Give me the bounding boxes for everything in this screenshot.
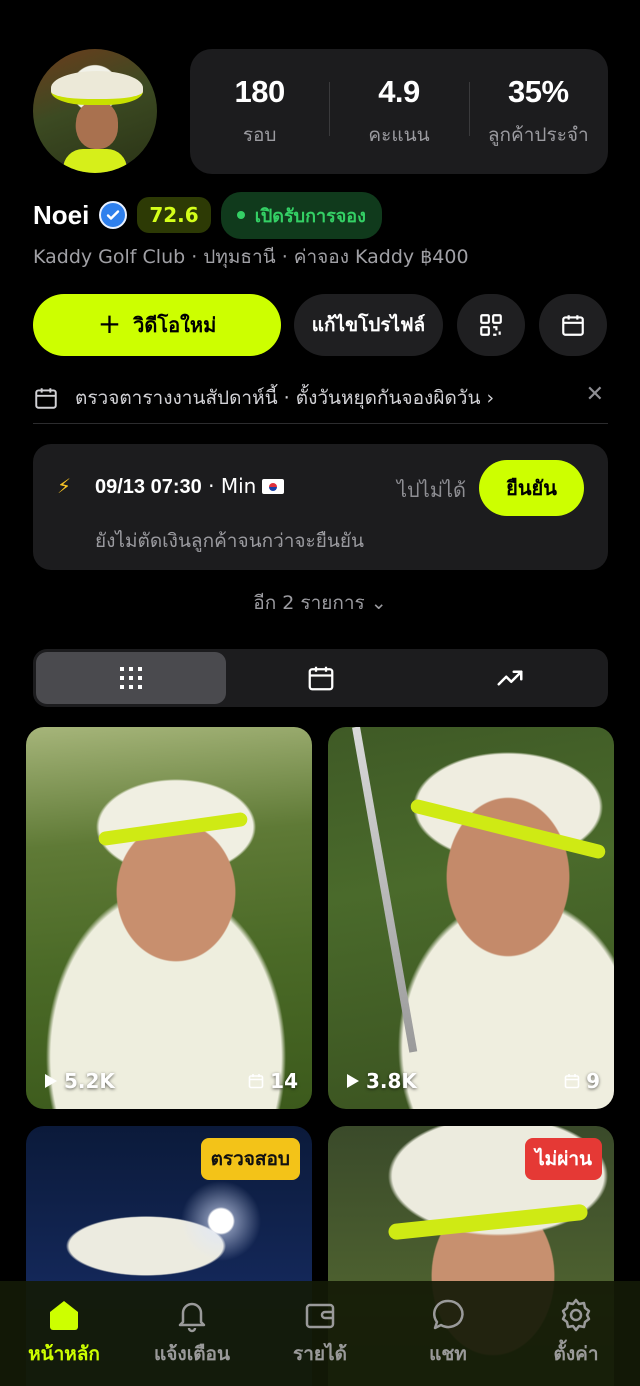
booking-note: ยังไม่ตัดเงินลูกค้าจนกว่าจะยืนยัน <box>95 530 364 552</box>
stat-label: ลูกค้าประจำ <box>487 123 589 146</box>
stats-card: 180 รอบ 4.9 คะแนน 35% ลูกค้าประจำ <box>190 49 608 174</box>
video-views: 3.8K <box>344 1069 417 1093</box>
nav-label: แชท <box>429 1343 467 1365</box>
rejected-status-badge: ไม่ผ่าน <box>525 1138 602 1180</box>
profile-subtitle: Kaddy Golf Club · ปทุมธานี · ค่าจอง Kadd… <box>33 246 469 268</box>
grid-icon <box>119 667 142 689</box>
video-bookings: 9 <box>564 1069 600 1093</box>
stat-rounds: 180 รอบ <box>190 74 329 150</box>
wallet-icon <box>305 1303 335 1329</box>
notice-text: ตรวจตารางงานสัปดาห์นี้ · ตั้งวันหยุดกันจ… <box>75 386 495 409</box>
bottom-navigation: หน้าหลัก แจ้งเตือน รายได้ แชท ตั้งค่า <box>0 1281 640 1386</box>
profile-avatar[interactable] <box>33 49 157 173</box>
stat-value: 4.9 <box>378 73 420 109</box>
calendar-icon <box>248 1074 264 1089</box>
new-video-button[interactable]: + วิดีโอใหม่ <box>33 294 281 356</box>
plus-icon: + <box>97 307 122 340</box>
tab-calendar[interactable] <box>226 652 416 704</box>
korea-flag-icon <box>262 479 285 494</box>
booking-request-card: ⚡ 09/13 07:30 · Min ไปไม่ได้ ยืนยัน ยังไ… <box>33 444 608 570</box>
confirm-button[interactable]: ยืนยัน <box>479 460 584 516</box>
tab-grid[interactable] <box>36 652 226 704</box>
booking-status-label: เปิดรับการจอง <box>254 205 366 227</box>
nav-label: แจ้งเตือน <box>154 1343 230 1365</box>
stat-label: รอบ <box>242 123 277 146</box>
calendar-icon <box>308 666 333 691</box>
booking-status-badge[interactable]: เปิดรับการจอง <box>220 191 382 239</box>
qr-code-icon <box>480 314 502 336</box>
trending-up-icon <box>497 670 523 686</box>
tab-stats[interactable] <box>415 652 605 704</box>
decline-button[interactable]: ไปไม่ได้ <box>397 474 466 506</box>
schedule-notice[interactable]: ตรวจตารางงานสัปดาห์นี้ · ตั้งวันหยุดกันจ… <box>33 372 608 424</box>
nav-notifications[interactable]: แจ้งเตือน <box>128 1281 256 1386</box>
calendar-icon <box>35 387 57 409</box>
video-card[interactable]: 3.8K 9 <box>328 727 614 1109</box>
home-icon <box>50 1301 78 1330</box>
bell-icon <box>178 1302 206 1333</box>
bookings-count: 14 <box>270 1069 298 1093</box>
chat-icon <box>432 1299 464 1330</box>
video-views: 5.2K <box>42 1069 115 1093</box>
stat-regulars: 35% ลูกค้าประจำ <box>468 73 608 150</box>
booking-datetime: 09/13 07:30 <box>95 476 202 498</box>
stat-value: 180 <box>234 73 286 109</box>
nav-earnings[interactable]: รายได้ <box>256 1281 384 1386</box>
gear-icon <box>561 1298 591 1332</box>
verified-icon <box>99 201 128 229</box>
content-tabs <box>33 649 608 707</box>
status-dot-icon <box>236 211 245 219</box>
qr-code-button[interactable] <box>457 294 525 356</box>
nav-label: รายได้ <box>293 1343 347 1365</box>
nav-chat[interactable]: แชท <box>384 1281 512 1386</box>
calendar-icon <box>562 315 584 336</box>
stat-rating: 4.9 คะแนน <box>329 74 468 150</box>
play-icon <box>347 1074 359 1088</box>
booking-info: 09/13 07:30 · Min <box>95 474 285 499</box>
nav-settings[interactable]: ตั้งค่า <box>512 1281 640 1386</box>
views-count: 3.8K <box>366 1069 417 1093</box>
new-video-label: วิดีโอใหม่ <box>133 313 217 337</box>
video-card[interactable]: 5.2K 14 <box>26 727 312 1109</box>
nav-home[interactable]: หน้าหลัก <box>0 1281 128 1386</box>
calendar-icon <box>564 1074 580 1089</box>
profile-name: Noei <box>33 199 90 230</box>
nav-label: ตั้งค่า <box>553 1343 599 1365</box>
play-icon <box>45 1074 57 1088</box>
stat-value: 35% <box>508 73 569 109</box>
views-count: 5.2K <box>64 1069 115 1093</box>
score-badge: 72.6 <box>137 197 211 233</box>
edit-profile-button[interactable]: แก้ไขโปรไฟล์ <box>294 294 443 356</box>
bookings-count: 9 <box>586 1069 600 1093</box>
calendar-button[interactable] <box>539 294 607 356</box>
show-more-link[interactable]: อีก 2 รายการ ⌄ <box>0 588 640 618</box>
stat-label: คะแนน <box>368 123 430 146</box>
video-bookings: 14 <box>248 1069 298 1093</box>
lightning-icon: ⚡ <box>57 474 72 498</box>
close-icon[interactable]: ✕ <box>586 382 604 407</box>
profile-name-row: Noei 72.6 เปิดรับการจอง <box>33 191 382 239</box>
booking-customer: · Min <box>201 474 257 498</box>
review-status-badge: ตรวจสอบ <box>200 1138 300 1180</box>
nav-label: หน้าหลัก <box>28 1343 100 1365</box>
